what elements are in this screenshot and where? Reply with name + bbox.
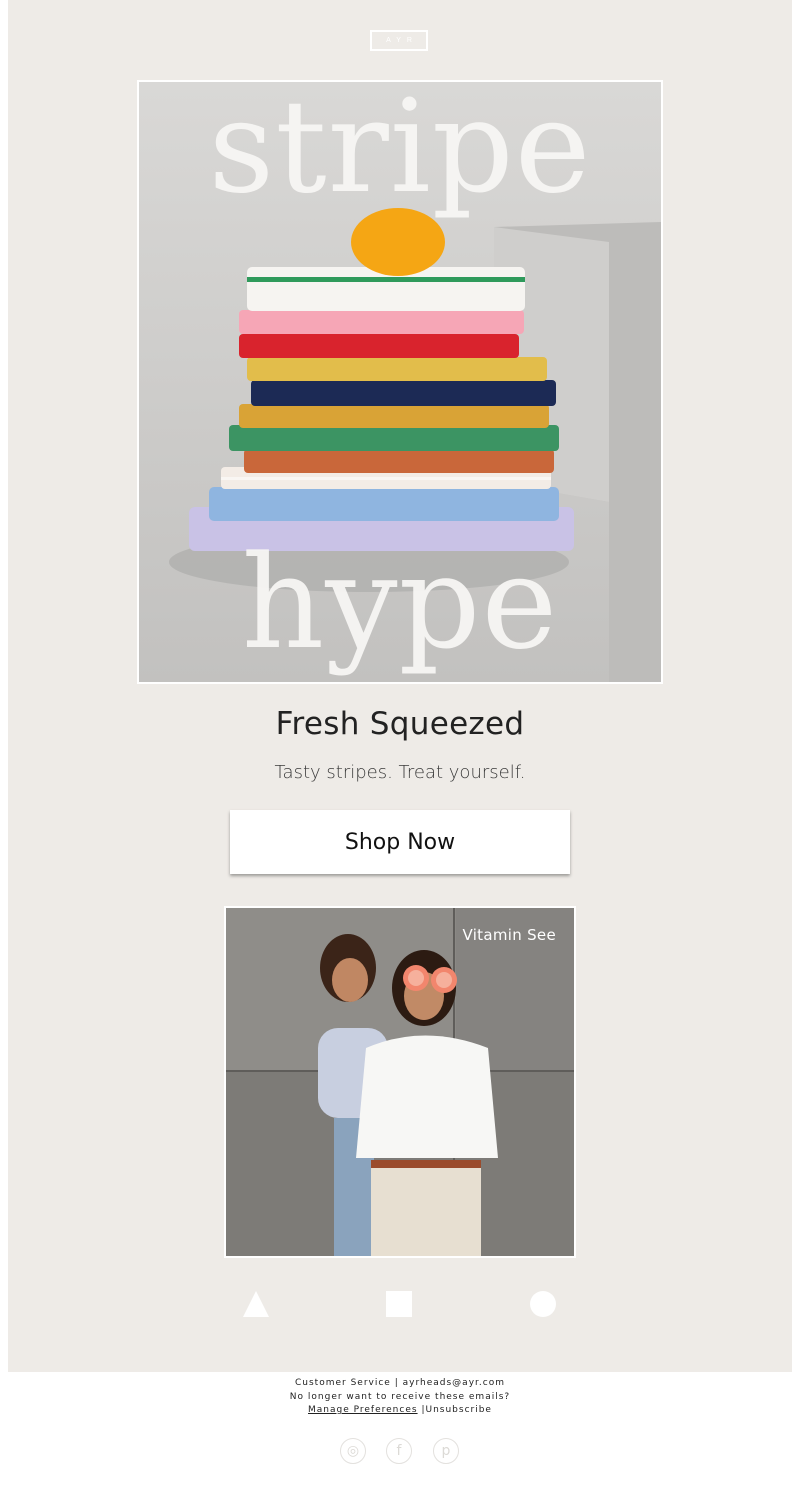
manage-preferences-link[interactable]: Manage Preferences (308, 1405, 418, 1415)
unsubscribe-prompt: No longer want to receive these emails? (289, 1391, 511, 1402)
instagram-icon[interactable]: ◎ (340, 1438, 366, 1464)
footer-links-line: Manage Preferences |Unsubscribe (0, 1404, 800, 1418)
facebook-icon[interactable]: f (386, 1438, 412, 1464)
shop-now-button[interactable]: Shop Now (230, 810, 570, 874)
square-icon[interactable] (386, 1291, 412, 1317)
subheadline: Tasty stripes. Treat yourself. (274, 762, 526, 783)
hero-word-hype: hype (241, 529, 559, 678)
circle-icon[interactable] (530, 1291, 556, 1317)
footer-separator: | (394, 1378, 399, 1388)
hero-image[interactable]: stripe hype (137, 80, 663, 684)
hero-word-stripe: stripe (208, 80, 592, 222)
triangle-icon[interactable] (243, 1291, 269, 1317)
footer-contact-line: Customer Service | ayrheads@ayr.com (0, 1377, 800, 1391)
pinterest-icon[interactable]: p (433, 1438, 459, 1464)
promo-caption: Vitamin See (462, 926, 556, 944)
footer: Customer Service | ayrheads@ayr.com No l… (0, 1377, 800, 1418)
headline: Fresh Squeezed (275, 706, 525, 742)
promo-image[interactable]: Vitamin See (224, 906, 576, 1258)
customer-service-link[interactable]: Customer Service (295, 1378, 391, 1388)
promo-photo (226, 908, 574, 1256)
support-email-link[interactable]: ayrheads@ayr.com (403, 1378, 505, 1388)
brand-logo[interactable]: AYR (370, 30, 428, 51)
unsubscribe-link[interactable]: Unsubscribe (425, 1405, 492, 1415)
